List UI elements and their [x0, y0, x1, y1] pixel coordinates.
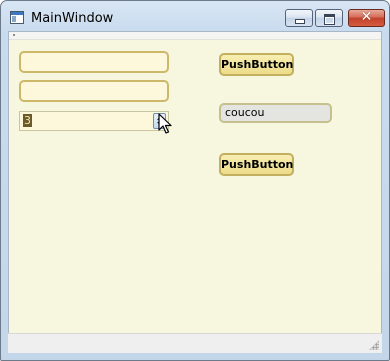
line-edit-2[interactable]: [19, 80, 169, 102]
menu-bar-handle: [13, 34, 15, 36]
spin-box[interactable]: 3: [19, 111, 169, 131]
push-button-2[interactable]: PushButton: [219, 153, 294, 176]
main-window: MainWindow ✕ 3 PushButton coucou PushBut…: [0, 0, 390, 361]
minimize-icon: [295, 19, 305, 24]
spin-down-arrow-icon[interactable]: [157, 122, 163, 126]
spin-box-value[interactable]: 3: [23, 114, 32, 127]
size-grip-icon[interactable]: [369, 340, 379, 350]
line-edit-1[interactable]: [19, 51, 169, 73]
menu-bar[interactable]: [9, 32, 381, 40]
close-icon: ✕: [360, 9, 373, 25]
spin-up-arrow-icon[interactable]: [157, 116, 163, 120]
maximize-icon: [324, 14, 335, 25]
status-bar: [8, 333, 382, 353]
coucou-label: coucou: [219, 103, 332, 123]
minimize-button[interactable]: [285, 9, 313, 27]
spin-box-buttons[interactable]: [153, 113, 166, 129]
maximize-button[interactable]: [315, 9, 343, 27]
push-button-1[interactable]: PushButton: [219, 53, 294, 76]
window-title: MainWindow: [31, 11, 114, 26]
close-button[interactable]: ✕: [348, 9, 385, 27]
window-icon: [10, 11, 24, 24]
central-widget: 3 PushButton coucou PushButton: [8, 31, 382, 353]
title-bar[interactable]: MainWindow ✕: [1, 1, 389, 31]
